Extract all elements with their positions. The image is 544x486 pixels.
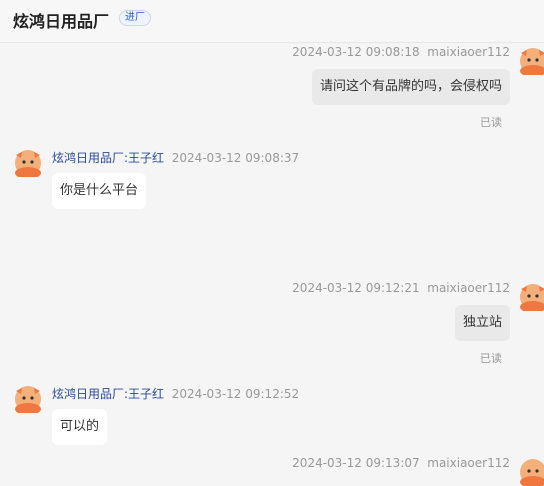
message-meta: 炫鸿日用品厂:王子红 2024-03-12 09:12:52 [52,387,300,401]
avatar-icon[interactable] [518,456,544,486]
avatar-icon[interactable] [518,281,544,311]
read-status: 已读 [480,352,502,365]
message-list[interactable]: 2024-03-12 09:08:18 maixiaoer112 请问这个有品牌… [0,43,544,486]
message-bubble[interactable]: 独立站 [454,305,510,341]
read-status: 已读 [480,116,502,129]
shop-name: 炫鸿日用品厂 [13,12,110,31]
message-bubble[interactable]: 请问这个有品牌的吗，会侵权吗 [311,69,510,105]
message-meta: 2024-03-12 09:08:18 maixiaoer112 [292,45,510,59]
message-bubble[interactable]: 你是什么平台 [52,173,147,209]
message-meta: 2024-03-12 09:12:21 maixiaoer112 [292,281,510,295]
avatar-icon[interactable] [13,383,43,413]
avatar-icon[interactable] [13,147,43,177]
message-meta: 2024-03-12 09:13:07 maixiaoer112 [292,456,510,470]
message-bubble[interactable]: 可以的 [52,409,108,445]
avatar-icon[interactable] [518,45,544,75]
chat-header: 炫鸿日用品厂 进厂 [0,0,544,43]
factory-tag[interactable]: 进厂 [119,10,151,26]
message-meta: 炫鸿日用品厂:王子红 2024-03-12 09:08:37 [52,151,300,165]
